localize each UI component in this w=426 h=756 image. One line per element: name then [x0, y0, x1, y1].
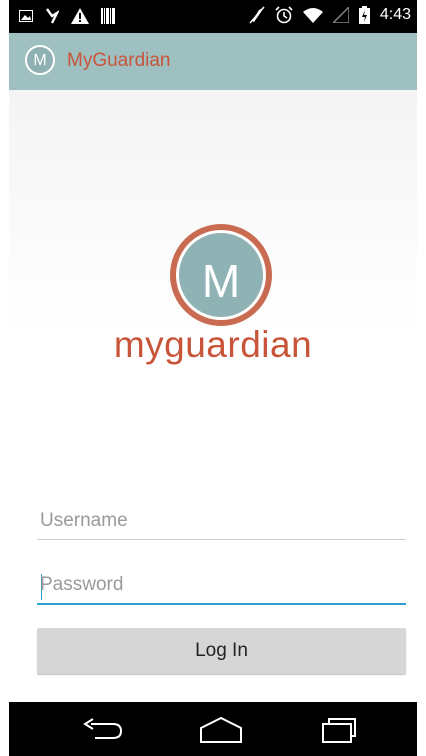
home-icon[interactable]: [199, 716, 243, 744]
mute-icon: [249, 6, 265, 24]
app-logo-letter: M: [33, 52, 47, 69]
username-placeholder: Username: [40, 510, 128, 531]
recents-icon[interactable]: [321, 716, 357, 744]
app-bar: M MyGuardian: [9, 33, 417, 90]
status-right-icons: 4:43: [249, 6, 411, 24]
login-screen: M myguardian Username Password Log In: [9, 90, 417, 702]
logo-letter: M: [201, 255, 241, 307]
status-bar: 4:43: [9, 0, 417, 33]
app-title: MyGuardian: [67, 50, 171, 71]
battery-icon: [358, 6, 370, 24]
username-field[interactable]: Username: [37, 507, 406, 540]
signal-strength-icon: [332, 7, 349, 23]
image-icon: [19, 10, 33, 22]
password-placeholder: Password: [40, 574, 124, 595]
password-field[interactable]: Password: [37, 571, 406, 605]
logo-circle-icon: M: [170, 224, 272, 326]
login-button[interactable]: Log In: [37, 628, 406, 674]
back-icon[interactable]: [81, 718, 125, 742]
brand-logo: M myguardian: [9, 224, 417, 374]
status-time: 4:43: [379, 6, 411, 23]
logo-wordmark: myguardian: [113, 324, 313, 365]
alarm-icon: [275, 6, 293, 24]
wifi-icon: [302, 8, 323, 23]
signal-icon: [46, 8, 59, 24]
barcode-icon: [101, 8, 115, 24]
status-left-icons: [19, 7, 115, 25]
navigation-bar: [9, 702, 417, 756]
phone-screen: 4:43 M MyGuardian M myguardian Username …: [9, 0, 417, 756]
warning-icon: [71, 8, 89, 24]
app-logo-icon: M: [25, 45, 55, 75]
